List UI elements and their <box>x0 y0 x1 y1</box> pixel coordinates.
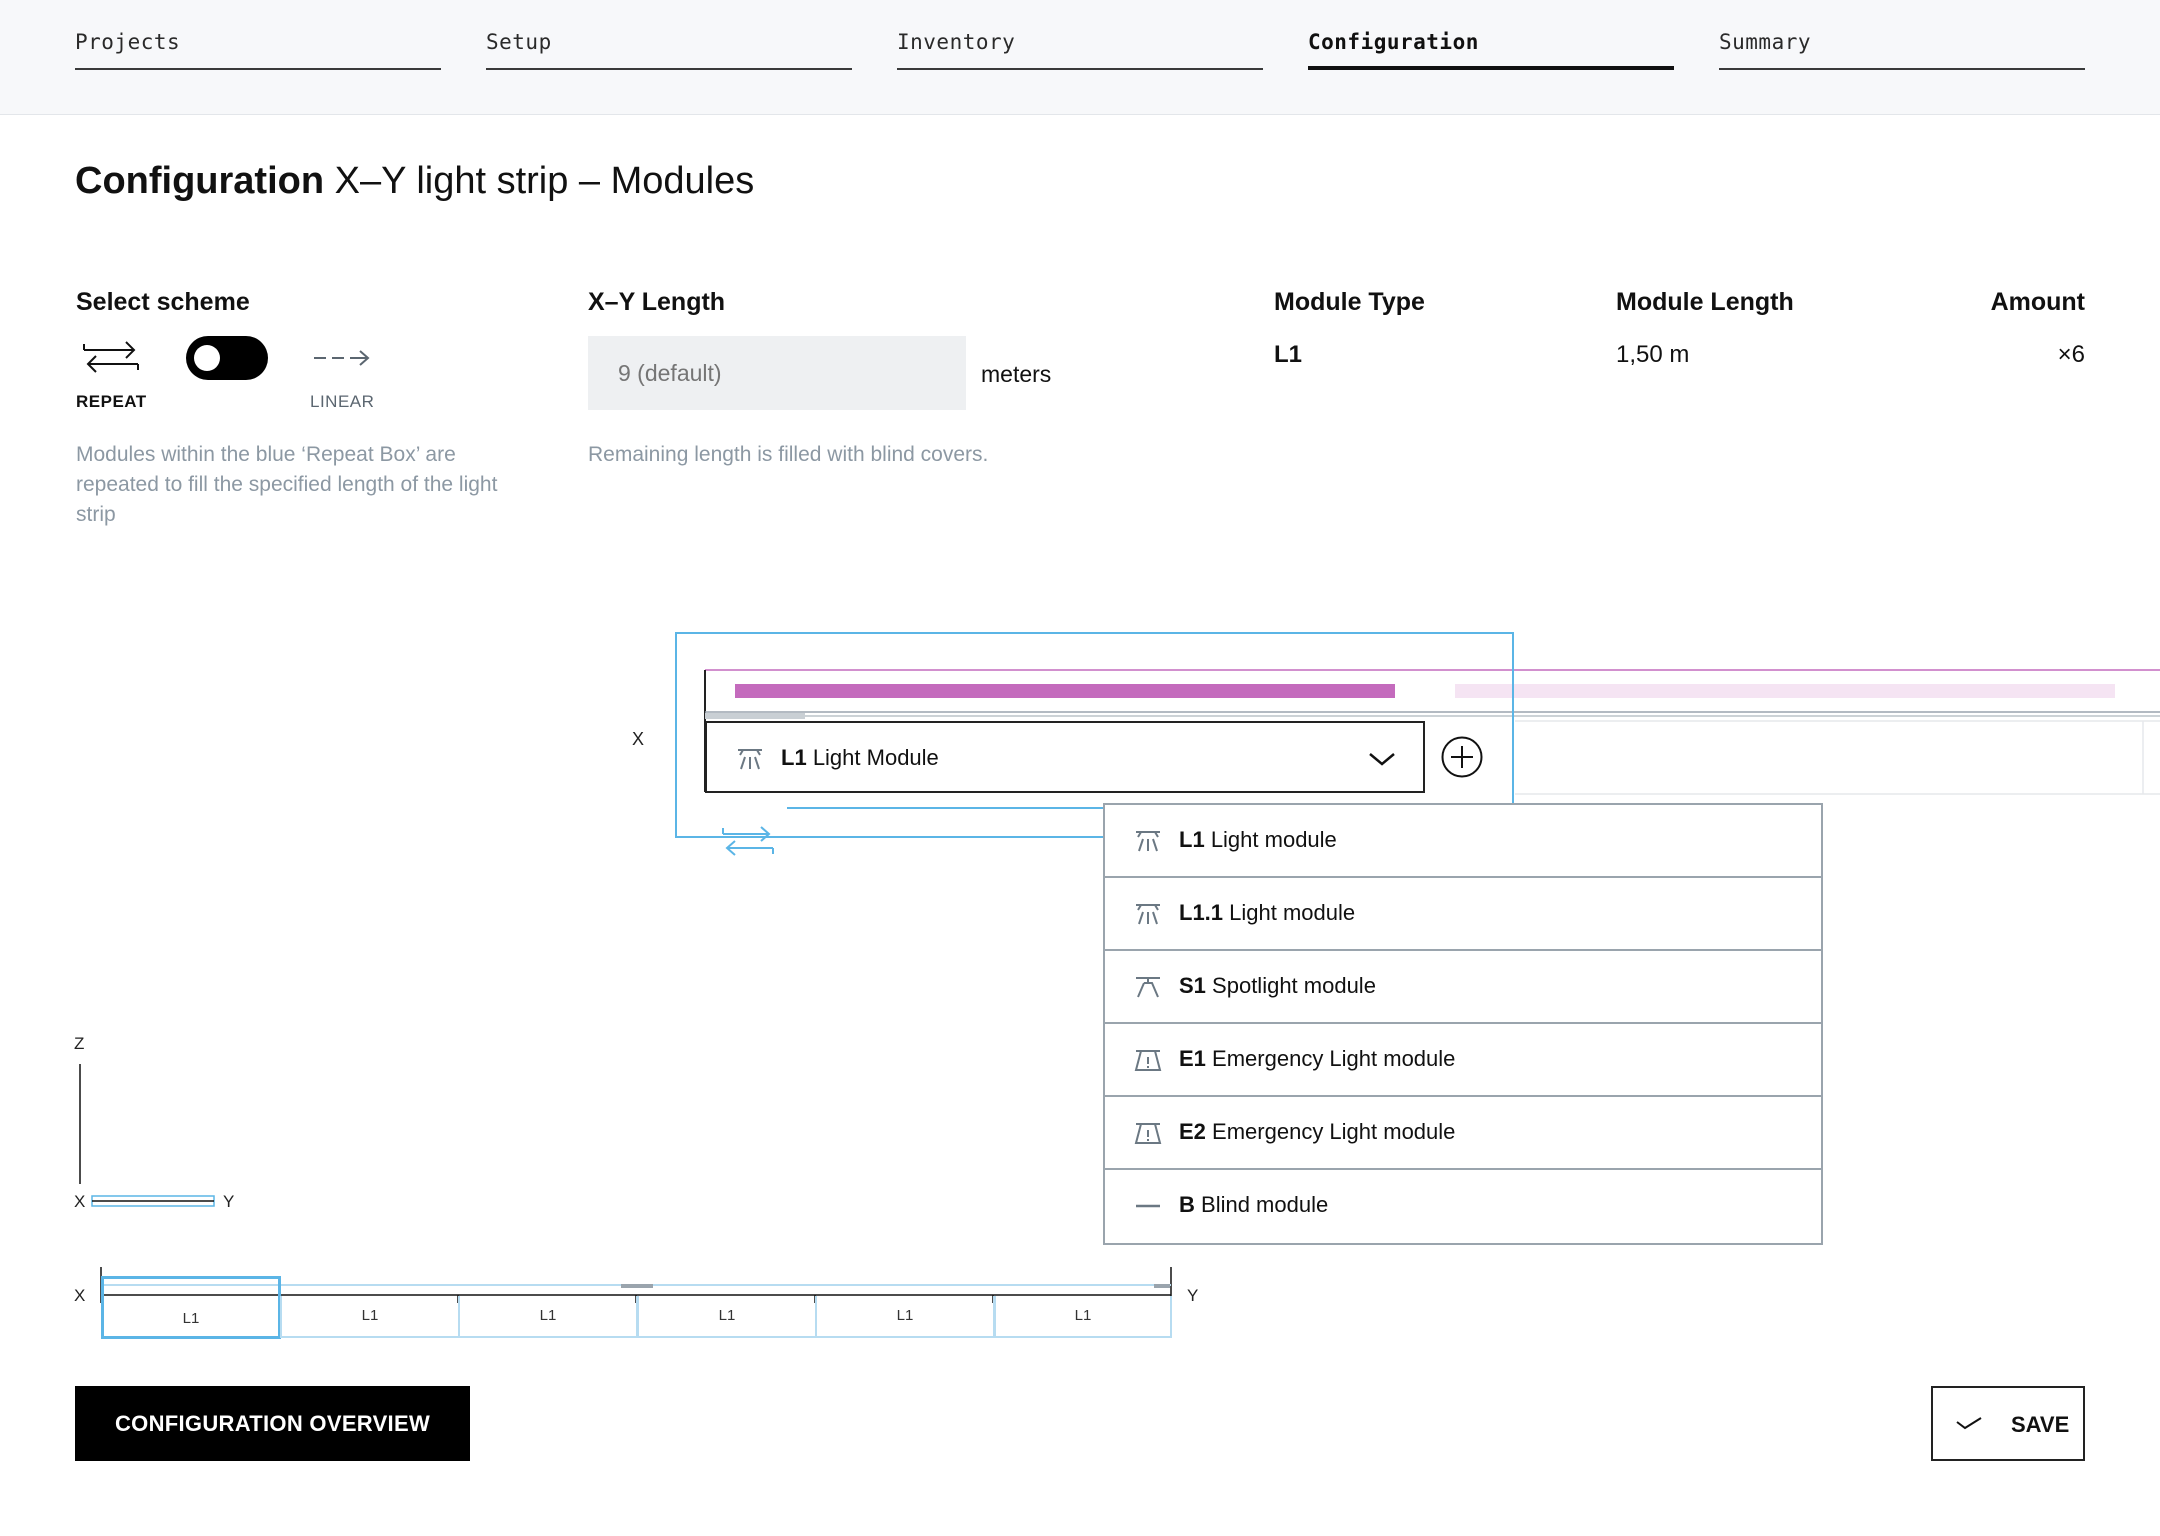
menu-item-name: Blind module <box>1201 1192 1329 1217</box>
save-button[interactable]: SAVE <box>1931 1386 2085 1461</box>
mini-y-label: Y <box>223 1192 235 1211</box>
toggle-knob <box>194 345 220 371</box>
menu-item-code: L1.1 <box>1179 900 1224 925</box>
menu-item-code: S1 <box>1179 973 1206 998</box>
strip-cell[interactable]: L1 <box>280 1296 460 1338</box>
menu-item-label: L1 Light module <box>1179 827 1337 853</box>
menu-item-e1[interactable]: E1 Emergency Light module <box>1105 1024 1821 1097</box>
light-bar-ghost <box>1455 684 2115 698</box>
menu-item-code: E2 <box>1179 1119 1206 1144</box>
tab-label: Setup <box>486 30 552 54</box>
length-unit: meters <box>981 361 1052 387</box>
menu-item-e2[interactable]: E2 Emergency Light module <box>1105 1097 1821 1170</box>
menu-item-name: Spotlight module <box>1212 973 1376 998</box>
emergency-icon <box>1134 1123 1162 1144</box>
scheme-toggle[interactable] <box>186 336 268 380</box>
length-help-text: Remaining length is filled with blind co… <box>588 443 989 466</box>
scheme-heading: Select scheme <box>76 288 250 316</box>
strip-cell[interactable]: L1 <box>101 1276 281 1339</box>
save-label: SAVE <box>2011 1412 2070 1437</box>
menu-item-s1[interactable]: S1 Spotlight module <box>1105 951 1821 1024</box>
repeat-box-icon <box>722 826 774 856</box>
step-navigation: Projects Setup Inventory Configuration S… <box>0 0 2160 115</box>
module-length-heading: Module Length <box>1616 288 1794 316</box>
linear-label: LINEAR <box>310 392 375 411</box>
emergency-icon <box>1134 1050 1162 1071</box>
menu-item-l1[interactable]: L1 Light module <box>1105 805 1821 878</box>
page-title-rest: X–Y light strip – Modules <box>334 160 755 202</box>
module-dropdown-menu: L1 Light module L1.1 Light module S1 Spo… <box>1103 803 1823 1245</box>
menu-item-b[interactable]: B Blind module <box>1105 1170 1821 1243</box>
add-module-icon[interactable] <box>1441 736 1483 778</box>
module-select[interactable]: L1 Light Module <box>705 721 1425 793</box>
menu-item-code: E1 <box>1179 1046 1206 1071</box>
selected-code: L1 <box>781 745 807 770</box>
light-icon <box>1136 831 1160 852</box>
menu-item-label: B Blind module <box>1179 1192 1328 1218</box>
spotlight-icon <box>1136 977 1160 998</box>
light-icon <box>1136 904 1160 925</box>
menu-item-label: E1 Emergency Light module <box>1179 1046 1455 1072</box>
configuration-overview-button[interactable]: CONFIGURATION OVERVIEW <box>75 1386 470 1461</box>
page-title-bold: Configuration <box>75 160 325 202</box>
orientation-map <box>79 1064 215 1207</box>
linear-icon[interactable] <box>312 346 372 370</box>
menu-item-label: S1 Spotlight module <box>1179 973 1376 999</box>
light-icon <box>738 749 762 770</box>
tab-label: Configuration <box>1308 30 1479 54</box>
repeat-icon[interactable] <box>80 334 142 380</box>
menu-item-label: L1.1 Light module <box>1179 900 1355 926</box>
axis-x-label: X <box>632 729 645 749</box>
tab-projects[interactable]: Projects <box>75 30 441 70</box>
module-select-value: L1 Light Module <box>781 745 939 771</box>
menu-item-code: L1 <box>1179 827 1205 852</box>
strip-cell[interactable]: L1 <box>815 1296 995 1338</box>
mini-x-label: X <box>74 1192 86 1211</box>
axis-z-label: Z <box>74 1034 85 1053</box>
repeat-label: REPEAT <box>76 392 147 411</box>
tab-setup[interactable]: Setup <box>486 30 852 70</box>
amount-heading: Amount <box>1990 288 2085 316</box>
selected-name: Light Module <box>812 745 939 770</box>
strip-cell[interactable]: L1 <box>994 1296 1172 1338</box>
amount-value: ×6 <box>2057 341 2085 368</box>
menu-item-label: E2 Emergency Light module <box>1179 1119 1455 1145</box>
module-type-heading: Module Type <box>1274 288 1425 316</box>
tab-configuration[interactable]: Configuration <box>1308 30 1674 70</box>
tab-label: Summary <box>1719 30 1812 54</box>
tab-label: Projects <box>75 30 181 54</box>
strip-y-label: Y <box>1187 1286 1199 1305</box>
menu-item-name: Emergency Light module <box>1212 1119 1456 1144</box>
tab-label: Inventory <box>897 30 1016 54</box>
module-type-value: L1 <box>1274 341 1303 368</box>
menu-item-code: B <box>1179 1192 1195 1217</box>
page-title: Configuration X–Y light strip – Modules <box>75 160 754 203</box>
menu-item-name: Emergency Light module <box>1212 1046 1456 1071</box>
scheme-help-text: Modules within the blue ‘Repeat Box’ are… <box>76 443 498 526</box>
tab-summary[interactable]: Summary <box>1719 30 2085 70</box>
menu-item-l1-1[interactable]: L1.1 Light module <box>1105 878 1821 951</box>
blind-icon <box>1136 1204 1160 1208</box>
length-input[interactable] <box>588 336 966 410</box>
menu-item-name: Light module <box>1210 827 1337 852</box>
checkmark-icon <box>1956 1417 1982 1430</box>
length-heading: X–Y Length <box>588 288 726 316</box>
strip-cell[interactable]: L1 <box>637 1296 817 1338</box>
module-length-value: 1,50 m <box>1616 341 1690 368</box>
strip-x-label: X <box>74 1286 86 1305</box>
menu-item-name: Light module <box>1229 900 1356 925</box>
tab-inventory[interactable]: Inventory <box>897 30 1263 70</box>
chevron-down-icon <box>1369 753 1395 766</box>
strip-cell[interactable]: L1 <box>458 1296 638 1338</box>
